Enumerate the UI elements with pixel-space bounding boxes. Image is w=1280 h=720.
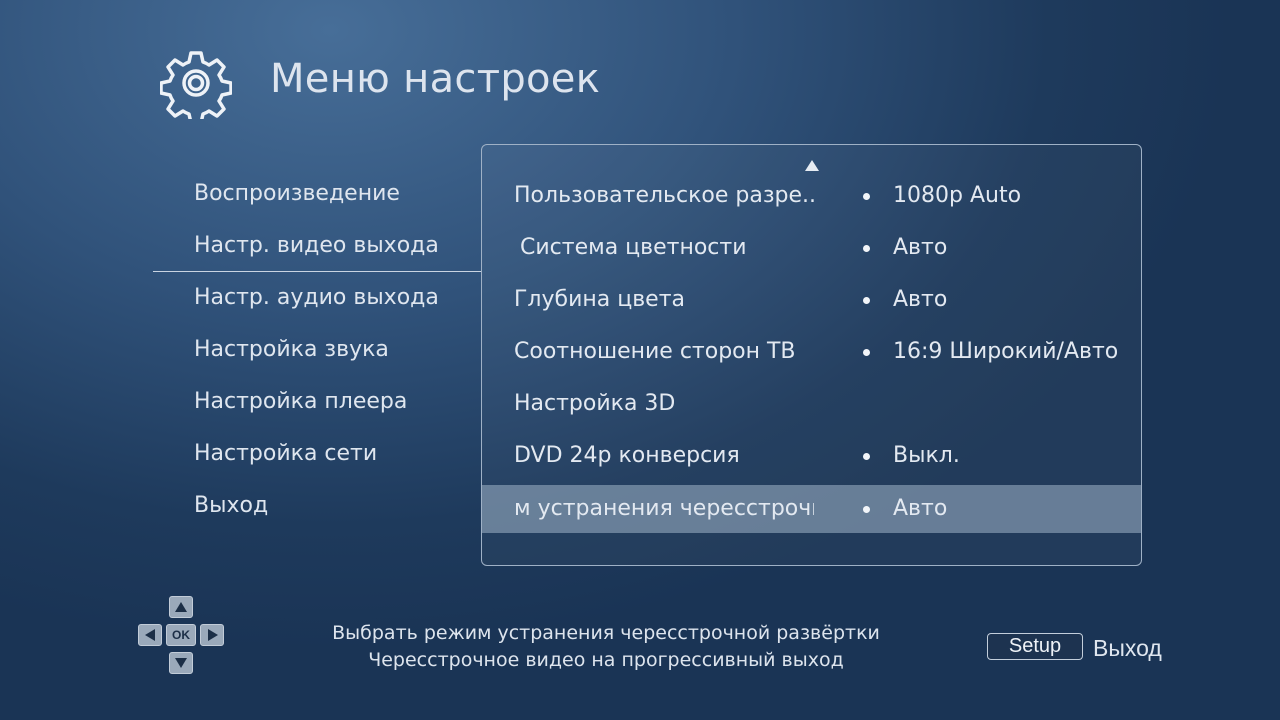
up-arrow-key-icon [169, 596, 193, 618]
bullet-icon [863, 297, 870, 304]
navigation-pad: OK [138, 596, 226, 674]
menu-item-video-output[interactable]: Настр. видео выхода [153, 220, 481, 272]
setting-row-aspect-ratio[interactable]: Соотношение сторон ТВ 16:9 Широкий/Авто [482, 328, 1141, 376]
bullet-icon [863, 453, 870, 460]
setting-label: Пользовательское разре... [514, 183, 814, 208]
setting-value: Авто [893, 496, 948, 521]
setting-row-deinterlace[interactable]: м устранения чересстрочн Авто [482, 485, 1141, 533]
setting-label: DVD 24p конверсия [514, 443, 740, 468]
help-line-1: Выбрать режим устранения чересстрочной р… [332, 622, 880, 644]
setting-row-color-system[interactable]: Система цветности Авто [482, 224, 1141, 272]
menu-item-playback[interactable]: Воспроизведение [153, 168, 481, 220]
right-arrow-key-icon [200, 624, 224, 646]
setting-value: 1080p Auto [893, 183, 1022, 208]
bullet-icon [863, 506, 870, 513]
setting-value: Авто [893, 287, 948, 312]
scroll-up-icon[interactable] [805, 160, 819, 171]
gear-icon [160, 51, 232, 119]
down-arrow-key-icon [169, 652, 193, 674]
setting-label: Соотношение сторон ТВ [514, 339, 796, 364]
setting-row-color-depth[interactable]: Глубина цвета Авто [482, 276, 1141, 324]
setting-value: Выкл. [893, 443, 960, 468]
left-arrow-key-icon [138, 624, 162, 646]
setting-row-dvd-24p[interactable]: DVD 24p конверсия Выкл. [482, 432, 1141, 480]
help-line-2: Чересстрочное видео на прогрессивный вых… [368, 649, 844, 671]
category-menu: Воспроизведение Настр. видео выхода Наст… [153, 168, 481, 532]
bullet-icon [863, 245, 870, 252]
bullet-icon [863, 193, 870, 200]
bullet-icon [863, 349, 870, 356]
page-header [160, 46, 232, 120]
setting-row-3d[interactable]: Настройка 3D [482, 380, 1141, 428]
settings-panel: Пользовательское разре... 1080p Auto Сис… [481, 144, 1142, 566]
setting-value: Авто [893, 235, 948, 260]
setting-label: Глубина цвета [514, 287, 685, 312]
page-title: Меню настроек [270, 56, 601, 102]
menu-item-exit[interactable]: Выход [153, 480, 481, 532]
setup-button[interactable]: Setup [987, 633, 1083, 660]
setting-label: м устранения чересстрочн [514, 496, 814, 521]
ok-key-icon: OK [166, 624, 196, 646]
setting-row-resolution[interactable]: Пользовательское разре... 1080p Auto [482, 172, 1141, 220]
menu-item-network-settings[interactable]: Настройка сети [153, 428, 481, 480]
menu-item-audio-output[interactable]: Настр. аудио выхода [153, 272, 481, 324]
setting-label: Система цветности [520, 235, 747, 260]
setup-exit-label: Выход [1093, 635, 1162, 661]
setting-value: 16:9 Широкий/Авто [893, 339, 1119, 364]
setting-label: Настройка 3D [514, 391, 676, 416]
menu-item-sound-settings[interactable]: Настройка звука [153, 324, 481, 376]
help-text: Выбрать режим устранения чересстрочной р… [300, 620, 912, 674]
menu-item-player-settings[interactable]: Настройка плеера [153, 376, 481, 428]
